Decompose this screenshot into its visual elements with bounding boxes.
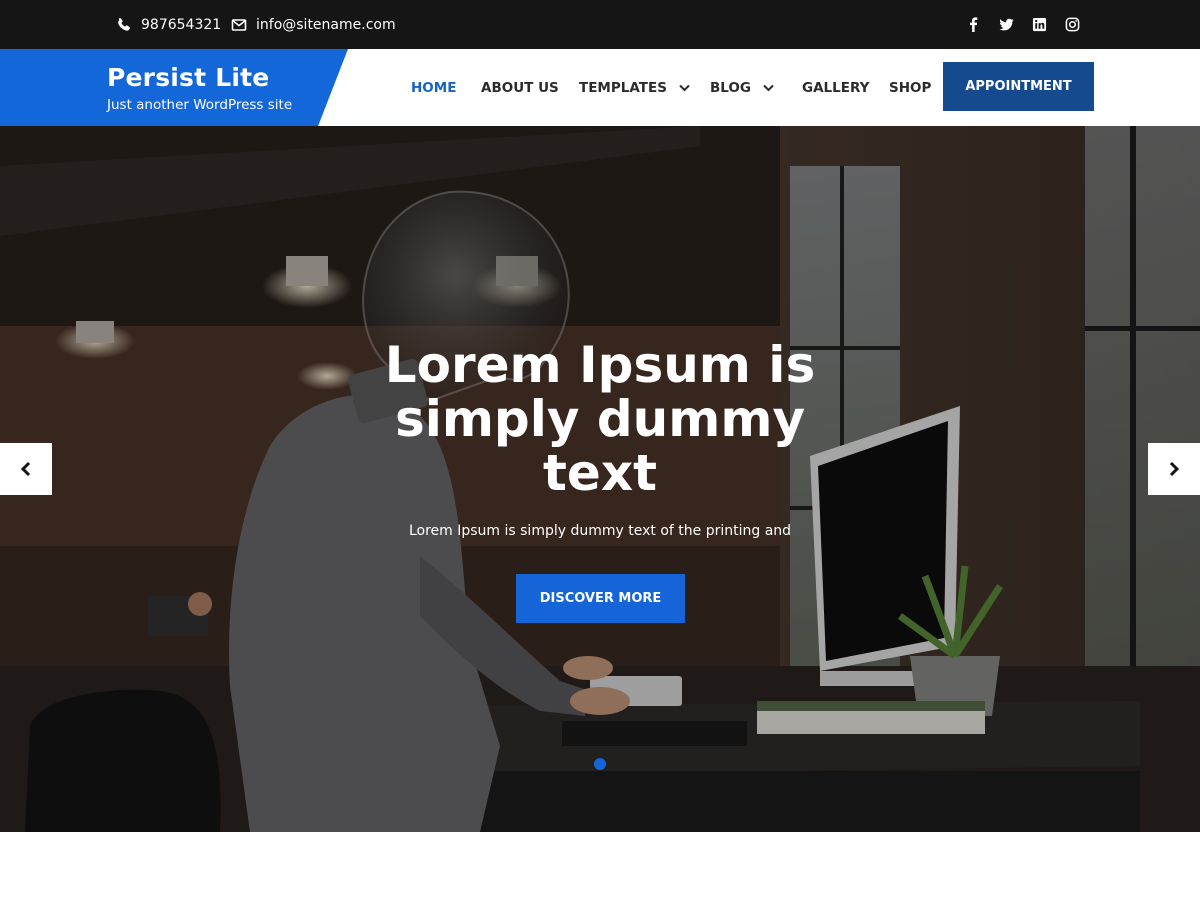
chevron-left-icon xyxy=(19,461,33,477)
slider-dot-active[interactable] xyxy=(594,758,606,770)
email-address: info@sitename.com xyxy=(256,16,396,33)
chevron-down-icon xyxy=(763,84,774,92)
contact-phone[interactable]: 987654321 xyxy=(115,0,221,49)
nav-item-label: BLOG xyxy=(710,79,751,96)
nav-item-label: HOME xyxy=(411,79,457,96)
nav-item-shop[interactable]: SHOP xyxy=(889,49,931,126)
hero-slider: Lorem Ipsum is simply dummy text Lorem I… xyxy=(0,126,1200,832)
social-links xyxy=(965,0,1080,49)
nav-item-label: ABOUT US xyxy=(481,79,559,96)
chevron-down-icon xyxy=(679,84,690,92)
slider-next-button[interactable] xyxy=(1148,443,1200,495)
nav-item-label: SHOP xyxy=(889,79,932,96)
nav-item-gallery[interactable]: GALLERY xyxy=(802,49,869,126)
discover-more-button[interactable]: DISCOVER MORE xyxy=(516,574,685,623)
nav-item-blog[interactable]: BLOG xyxy=(710,49,774,126)
chevron-right-icon xyxy=(1167,461,1181,477)
site-tagline: Just another WordPress site xyxy=(107,97,293,113)
contact-email[interactable]: info@sitename.com xyxy=(230,0,396,49)
nav-item-about-us[interactable]: ABOUT US xyxy=(481,49,559,126)
phone-icon xyxy=(115,16,133,34)
envelope-icon xyxy=(230,16,248,34)
site-title[interactable]: Persist Lite xyxy=(107,63,269,92)
phone-number: 987654321 xyxy=(141,16,222,33)
hero-subtitle: Lorem Ipsum is simply dummy text of the … xyxy=(408,523,792,539)
instagram-icon[interactable] xyxy=(1064,17,1080,33)
twitter-icon[interactable] xyxy=(998,17,1014,33)
linkedin-icon[interactable] xyxy=(1031,17,1047,33)
nav-item-label: TEMPLATES xyxy=(579,79,667,96)
nav-item-label: GALLERY xyxy=(802,79,870,96)
slider-prev-button[interactable] xyxy=(0,443,52,495)
nav-item-templates[interactable]: TEMPLATES xyxy=(579,49,690,126)
top-bar: 987654321 info@sitename.com xyxy=(0,0,1200,49)
nav-item-home[interactable]: HOME xyxy=(411,49,456,126)
facebook-icon[interactable] xyxy=(965,17,981,33)
hero-title: Lorem Ipsum is simply dummy text xyxy=(384,336,816,502)
appointment-button[interactable]: APPOINTMENT xyxy=(943,62,1094,111)
